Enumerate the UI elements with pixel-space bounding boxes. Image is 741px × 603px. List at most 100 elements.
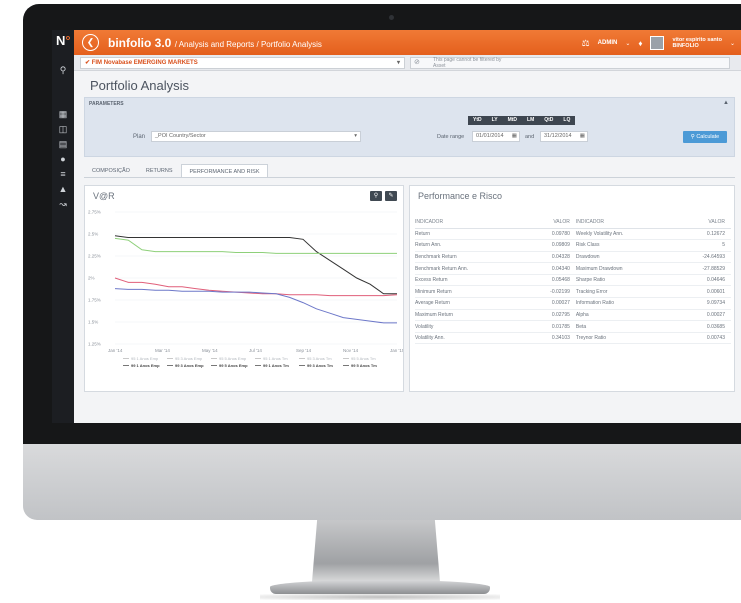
sliders-icon[interactable]: ≡ (56, 168, 70, 180)
indicator-cell: Benchmark Return (415, 251, 524, 264)
plan-select[interactable]: _POI Country/Sector ▾ (151, 131, 361, 142)
legend-entry: 95 1 Anos Tm (263, 356, 288, 361)
filter-note-line2: Asset (433, 62, 446, 69)
grid-icon[interactable]: ▦ (56, 108, 70, 120)
y-tick-label: 2.75% (88, 210, 101, 215)
zoom-icon[interactable]: ⚲ (370, 191, 382, 201)
money-bag-icon[interactable]: ▲ (56, 183, 70, 195)
tab-performance-risk[interactable]: PERFORMANCE AND RISK (180, 164, 269, 177)
legend-entry: 95 3 Anos Emp (175, 356, 203, 361)
series-line (114, 235, 397, 295)
legend-entry: 99 3 Anos Tm (307, 363, 333, 368)
value-cell: 0.04340 (523, 262, 576, 275)
collapse-icon[interactable]: ▲ (723, 100, 729, 106)
portfolio-select[interactable]: ✔ FIM Novabase EMERGING MARKETS ▾ (80, 57, 405, 69)
line-chart-icon[interactable]: ↝ (56, 198, 70, 210)
date-to-input[interactable]: 31/12/2014 ▦ (540, 131, 588, 142)
app-name: binfolio 3.0 (108, 36, 172, 50)
performance-title: Performance e Risco (418, 191, 503, 201)
value-cell: 0.09809 (523, 239, 576, 252)
table-row: Volatility Ann. 0.34103 Treynor Ratio 0.007… (415, 332, 731, 345)
period-lm[interactable]: LM (522, 116, 539, 125)
value-cell: 0.02795 (523, 309, 576, 322)
legend-entry: 99 5 Anos Emp (219, 363, 248, 368)
folder-icon[interactable]: ◫ (56, 123, 70, 135)
value-cell: 0.00601 (672, 285, 731, 299)
period-ly[interactable]: LY (487, 116, 503, 125)
value-cell: 0.04328 (523, 251, 576, 264)
search-icon[interactable]: ⚲ (56, 64, 70, 76)
back-button[interactable]: ❮ (82, 34, 99, 51)
table-row: Minimum Return -0.02199 Tracking Error 0.00… (415, 285, 731, 299)
tab-composicao[interactable]: COMPOSIÇÃO (84, 164, 138, 177)
screen: N° ⚲ ▦ ◫ ▤ ● ≡ ▲ ↝ ❮ binfolio 3.0 / Anal… (52, 30, 741, 423)
table-row: Benchmark Return 0.04328 Drawdown -24.64593 (415, 251, 731, 264)
and-label: and (525, 134, 535, 140)
legend-entry: 95 5 Anos Tm (351, 356, 376, 361)
y-tick-label: 2% (88, 276, 95, 281)
legend-entry: 95 1 Anos Emp (131, 356, 159, 361)
date-from-value: 01/01/2014 (476, 133, 504, 139)
indicator-cell: Maximum Drawdown (575, 262, 673, 275)
user-chevron-icon[interactable]: ⌄ (730, 40, 735, 47)
monitor-stand (312, 520, 440, 582)
y-tick-label: 1.75% (88, 298, 101, 303)
plan-label: Plan (133, 134, 146, 140)
value-cell: 0.04646 (672, 274, 731, 287)
folders-icon[interactable]: ▤ (56, 138, 70, 150)
col-indicator: INDICADOR (415, 216, 524, 229)
indicator-cell: Excess Return (415, 274, 524, 287)
admin-menu[interactable]: ADMIN (598, 40, 618, 46)
legend-entry: 99 1 Anos Tm (263, 363, 289, 368)
indicator-cell: Weekly Volatility Ann. (575, 228, 673, 241)
var-tools: ⚲ ✎ (370, 191, 397, 201)
plan-caret-icon: ▾ (354, 133, 357, 139)
users-icon[interactable]: ● (56, 153, 70, 165)
calendar-icon[interactable]: ▦ (580, 132, 585, 141)
calendar-icon[interactable]: ▦ (512, 132, 517, 141)
period-mtd[interactable]: MtD (503, 116, 522, 125)
indicator-cell: Sharpe Ratio (575, 274, 673, 287)
table-row: Return Ann. 0.09809 Risk Class 5 (415, 239, 731, 252)
performance-panel: Performance e Risco INDICADOR VALOR INDI… (409, 185, 735, 392)
user-info[interactable]: vitor espirito santo BINFOLIO (672, 37, 722, 49)
tab-returns[interactable]: RETURNS (138, 164, 181, 177)
table-row: Excess Return 0.05468 Sharpe Ratio 0.04646 (415, 274, 731, 287)
performance-table: INDICADOR VALOR INDICADOR VALOR Return 0.… (415, 216, 731, 345)
indicator-cell: Alpha (575, 309, 673, 322)
legend-entry: 95 5 Anos Emp (219, 356, 247, 361)
plan-value: _POI Country/Sector (155, 133, 206, 139)
bell-icon[interactable]: ♦ (638, 39, 642, 48)
date-from-input[interactable]: 01/01/2014 ▦ (472, 131, 520, 142)
portfolio-name: FIM Novabase EMERGING MARKETS (91, 60, 198, 66)
scale-icon[interactable]: ⚖ (582, 38, 590, 49)
x-tick-label: May '14 (202, 348, 218, 353)
var-title: V@R (93, 191, 115, 201)
value-cell: 0.03685 (672, 320, 731, 333)
value-cell: 0.00027 (523, 297, 576, 310)
dropdown-caret-icon: ▾ (396, 60, 400, 66)
indicator-cell: Risk Class (575, 239, 673, 252)
chevron-down-icon[interactable]: ⌄ (625, 40, 630, 47)
tab-bar: COMPOSIÇÃO RETURNS PERFORMANCE AND RISK (84, 164, 735, 178)
edit-icon[interactable]: ✎ (385, 191, 397, 201)
calculate-button[interactable]: ⚲ Calculate (683, 131, 727, 143)
top-bar: ❮ binfolio 3.0 / Analysis and Reports / … (74, 30, 741, 55)
avatar[interactable] (650, 36, 665, 50)
value-cell: 5 (672, 239, 731, 252)
legend-entry: 99 5 Anos Tm (351, 363, 377, 368)
table-header-row: INDICADOR VALOR INDICADOR VALOR (415, 216, 731, 229)
period-qtd[interactable]: QtD (539, 116, 558, 125)
date-to-value: 31/12/2014 (544, 133, 572, 139)
col-value: VALOR (523, 216, 576, 229)
x-tick-label: Jan '14 (108, 348, 123, 353)
y-tick-label: 2.5% (88, 232, 98, 237)
indicator-cell: Return (415, 228, 524, 241)
filter-note: ⊘ This page cannot be filtered by Asset (410, 57, 730, 69)
period-ytd[interactable]: YtD (468, 116, 487, 125)
value-cell: 0.05468 (523, 274, 576, 287)
value-cell: 0.00743 (672, 332, 731, 345)
app-title: binfolio 3.0 / Analysis and Reports / Po… (108, 36, 322, 50)
indicator-cell: Maximum Return (415, 309, 524, 322)
period-lq[interactable]: LQ (558, 116, 575, 125)
